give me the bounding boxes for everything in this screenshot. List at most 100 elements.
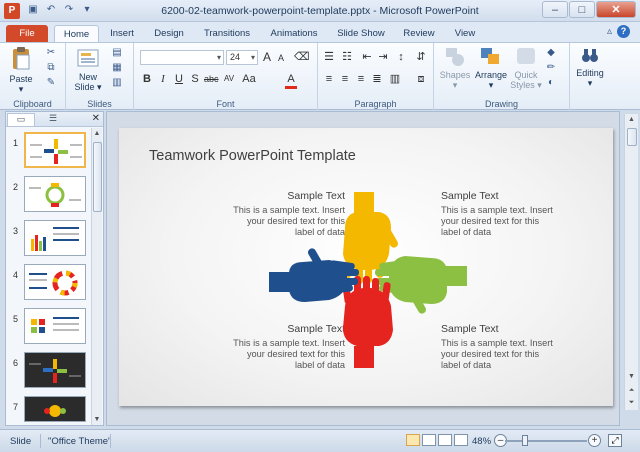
tab-insert[interactable]: Insert bbox=[104, 25, 140, 42]
shadow-icon[interactable]: S bbox=[188, 72, 202, 86]
thumbnail-slide-3[interactable]: 3 bbox=[6, 220, 94, 260]
slide-thumbnail[interactable] bbox=[24, 352, 86, 388]
arrange-button[interactable]: Arrange ▾ bbox=[472, 46, 510, 90]
clear-formatting-icon[interactable]: ⌫ bbox=[294, 50, 310, 64]
cut-icon[interactable]: ✂ bbox=[44, 47, 58, 59]
help-icon[interactable]: ? bbox=[617, 25, 630, 38]
scroll-up-arrow-icon[interactable]: ▲ bbox=[92, 128, 102, 139]
reading-view-icon[interactable] bbox=[438, 434, 452, 446]
grow-font-icon[interactable]: A bbox=[260, 50, 274, 64]
strikethrough-icon[interactable]: abc bbox=[204, 72, 219, 86]
slide-scrollbar[interactable]: ▲ ▼ ⏶ ⏷ bbox=[624, 114, 638, 410]
section-icon[interactable]: ▥ bbox=[110, 77, 124, 89]
close-button[interactable]: ✕ bbox=[596, 1, 636, 18]
font-group-label: Font bbox=[216, 99, 235, 109]
theme-name[interactable]: "Office Theme" bbox=[48, 436, 111, 447]
scroll-thumb[interactable] bbox=[627, 128, 637, 146]
tab-transitions[interactable]: Transitions bbox=[198, 25, 256, 42]
current-slide[interactable]: Teamwork PowerPoint Template Sample Text… bbox=[119, 128, 613, 406]
thumbnail-scrollbar[interactable]: ▲ ▼ bbox=[91, 128, 102, 425]
ribbon: Paste ▾ ✂ ⧉ ✎ Clipboard New Slide ▾ ▤ ▦ ▥… bbox=[0, 42, 640, 110]
slide-sorter-view-icon[interactable] bbox=[422, 434, 436, 446]
zoom-slider-handle[interactable] bbox=[522, 435, 528, 446]
font-size-combo[interactable]: 24 bbox=[226, 50, 258, 65]
minimize-ribbon-icon[interactable]: ▵ bbox=[607, 26, 612, 37]
scroll-up-arrow-icon[interactable]: ▲ bbox=[625, 114, 638, 125]
tab-home[interactable]: Home bbox=[54, 25, 99, 42]
shape-outline-icon[interactable]: ✏ bbox=[544, 62, 558, 74]
align-left-icon[interactable]: ≡ bbox=[322, 72, 336, 86]
shape-fill-icon[interactable]: ◆ bbox=[544, 47, 558, 59]
bold-icon[interactable]: B bbox=[140, 72, 154, 86]
slide-thumbnail[interactable] bbox=[24, 264, 86, 300]
slide-thumbnail[interactable] bbox=[24, 176, 86, 212]
maximize-button[interactable]: □ bbox=[569, 1, 595, 18]
align-center-icon[interactable]: ≡ bbox=[338, 72, 352, 86]
slide-thumbnail[interactable] bbox=[24, 308, 86, 344]
zoom-in-icon[interactable]: + bbox=[588, 434, 601, 447]
numbering-icon[interactable]: ☷ bbox=[340, 50, 354, 64]
decrease-indent-icon[interactable]: ⇤ bbox=[360, 50, 374, 64]
tab-file[interactable]: File bbox=[6, 25, 48, 42]
previous-slide-icon[interactable]: ⏶ bbox=[625, 385, 638, 396]
underline-icon[interactable]: U bbox=[172, 72, 186, 86]
text-direction-icon[interactable]: ⇵ bbox=[414, 50, 428, 64]
slide-number: 1 bbox=[13, 138, 19, 148]
shape-effects-icon[interactable]: ◐ bbox=[544, 77, 558, 89]
tab-view[interactable]: View bbox=[448, 25, 482, 42]
thumbnail-slide-6[interactable]: 6 bbox=[6, 352, 94, 392]
outline-tab-icon[interactable]: ☰ bbox=[39, 113, 67, 126]
normal-view-icon[interactable] bbox=[406, 434, 420, 446]
next-slide-icon[interactable]: ⏷ bbox=[625, 397, 638, 408]
columns-icon[interactable]: ▥ bbox=[388, 72, 402, 86]
thumbnail-slide-5[interactable]: 5 bbox=[6, 308, 94, 348]
slides-tab-icon[interactable]: ▭ bbox=[7, 113, 35, 126]
teamwork-hands-graphic[interactable] bbox=[267, 188, 471, 370]
smartart-icon[interactable]: ⧈ bbox=[414, 72, 428, 86]
minimize-button[interactable]: – bbox=[542, 1, 568, 18]
close-panel-icon[interactable]: ✕ bbox=[92, 113, 100, 124]
thumbnail-slide-2[interactable]: 2 bbox=[6, 176, 94, 216]
shrink-font-icon[interactable]: A bbox=[274, 51, 288, 65]
font-color-icon[interactable]: A bbox=[284, 72, 298, 86]
paste-button[interactable]: Paste ▾ bbox=[6, 46, 36, 94]
copy-icon[interactable]: ⧉ bbox=[44, 62, 58, 74]
line-spacing-icon[interactable]: ↕ bbox=[394, 50, 408, 64]
italic-icon[interactable]: I bbox=[156, 72, 170, 86]
scroll-down-arrow-icon[interactable]: ▼ bbox=[92, 414, 102, 425]
tab-slide-show[interactable]: Slide Show bbox=[333, 25, 389, 42]
slide-show-view-icon[interactable] bbox=[454, 434, 468, 446]
shapes-button[interactable]: Shapes ▾ bbox=[438, 46, 472, 90]
slide-thumbnail[interactable] bbox=[24, 396, 86, 422]
layout-icon[interactable]: ▤ bbox=[110, 47, 124, 59]
tab-review[interactable]: Review bbox=[398, 25, 440, 42]
thumbnail-slide-1[interactable]: 1 bbox=[6, 132, 94, 172]
editing-group: Editing ▾ bbox=[570, 43, 610, 110]
zoom-slider[interactable] bbox=[505, 440, 587, 442]
slides-thumbnail-panel: ▭ ☰ ✕ 1 2 3 4 5 6 7 ▲ ▼ bbox=[5, 111, 104, 426]
thumbnail-slide-4[interactable]: 4 bbox=[6, 264, 94, 304]
slide-thumbnail[interactable] bbox=[24, 132, 86, 168]
thumb-dark-hands-2 bbox=[44, 405, 66, 417]
format-painter-icon[interactable]: ✎ bbox=[44, 77, 58, 89]
slide-thumbnail[interactable] bbox=[24, 220, 86, 256]
thumb-hands-circle bbox=[29, 183, 81, 207]
change-case-icon[interactable]: Aa bbox=[242, 72, 256, 86]
justify-icon[interactable]: ≣ bbox=[370, 72, 384, 86]
font-name-combo[interactable] bbox=[140, 50, 224, 65]
new-slide-button[interactable]: New Slide ▾ bbox=[72, 46, 104, 92]
character-spacing-icon[interactable]: AV bbox=[222, 72, 236, 86]
tab-design[interactable]: Design bbox=[148, 25, 190, 42]
zoom-level[interactable]: 48% bbox=[472, 436, 491, 447]
scroll-down-arrow-icon[interactable]: ▼ bbox=[625, 371, 638, 382]
tab-animations[interactable]: Animations bbox=[264, 25, 324, 42]
scroll-thumb[interactable] bbox=[93, 142, 102, 212]
bullets-icon[interactable]: ☰ bbox=[322, 50, 336, 64]
fit-to-window-icon[interactable]: ⤢ bbox=[608, 434, 622, 447]
editing-button[interactable]: Editing ▾ bbox=[572, 46, 608, 88]
align-right-icon[interactable]: ≡ bbox=[354, 72, 368, 86]
quick-styles-button[interactable]: Quick Styles ▾ bbox=[510, 46, 542, 90]
slide-title[interactable]: Teamwork PowerPoint Template bbox=[149, 148, 356, 164]
increase-indent-icon[interactable]: ⇥ bbox=[376, 50, 390, 64]
reset-icon[interactable]: ▦ bbox=[110, 62, 124, 74]
